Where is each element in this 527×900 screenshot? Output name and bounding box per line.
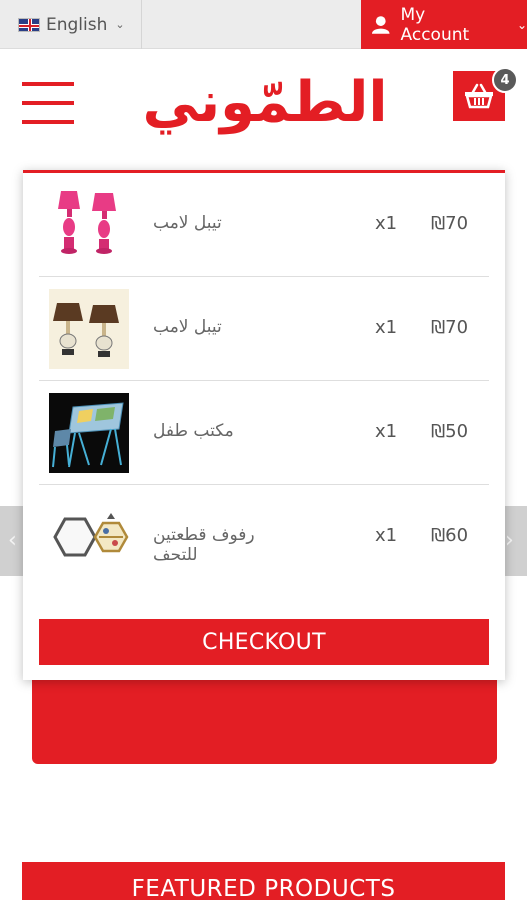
my-account-label: My Account bbox=[400, 4, 470, 45]
slider-next-icon[interactable]: › bbox=[505, 528, 514, 553]
cart-item[interactable]: رفوف قطعتين للتحف x1 ₪60 bbox=[39, 485, 489, 589]
item-price: ₪60 bbox=[431, 525, 469, 546]
chevron-down-icon: ⌄ bbox=[115, 18, 125, 31]
item-name[interactable]: تيبل لامب bbox=[153, 317, 303, 337]
cart-item[interactable]: تيبل لامب x1 ₪70 bbox=[39, 173, 489, 277]
language-label: English bbox=[46, 14, 108, 35]
cart-item[interactable]: تيبل لامب x1 ₪70 bbox=[39, 277, 489, 381]
item-quantity: x1 bbox=[375, 421, 398, 442]
slider-prev-icon[interactable]: ‹ bbox=[8, 528, 17, 553]
checkout-button[interactable]: CHECKOUT bbox=[39, 619, 489, 665]
item-name[interactable]: تيبل لامب bbox=[153, 213, 303, 233]
cart-item[interactable]: مكتب طفل x1 ₪50 bbox=[39, 381, 489, 485]
item-price: ₪70 bbox=[431, 213, 469, 234]
pink-lamps-image bbox=[49, 185, 129, 265]
chevron-down-icon: ⌄ bbox=[516, 17, 527, 32]
header: الطمّوني 4 bbox=[0, 49, 527, 171]
user-icon bbox=[371, 15, 390, 34]
store-logo[interactable]: الطمّوني bbox=[130, 61, 400, 151]
my-account-button[interactable]: My Account ⌄ bbox=[361, 0, 527, 49]
logo-text: الطمّوني bbox=[142, 70, 387, 135]
item-quantity: x1 bbox=[375, 213, 398, 234]
item-price: ₪50 bbox=[431, 421, 469, 442]
item-quantity: x1 bbox=[375, 525, 398, 546]
hexagon-shelves-image bbox=[49, 497, 129, 577]
brown-lamps-image bbox=[49, 289, 129, 369]
kids-desk-image bbox=[49, 393, 129, 473]
uk-flag-icon bbox=[18, 17, 40, 32]
top-bar: English ⌄ My Account ⌄ bbox=[0, 0, 527, 49]
menu-icon[interactable] bbox=[22, 82, 74, 124]
item-name[interactable]: مكتب طفل bbox=[153, 421, 303, 441]
item-name[interactable]: رفوف قطعتين للتحف bbox=[153, 525, 303, 565]
featured-products-heading: FEATURED PRODUCTS bbox=[22, 862, 505, 900]
cart-count-badge: 4 bbox=[492, 67, 518, 93]
item-price: ₪70 bbox=[431, 317, 469, 338]
language-selector[interactable]: English ⌄ bbox=[0, 0, 142, 49]
shopping-basket-icon bbox=[465, 83, 493, 109]
cart-dropdown: تيبل لامب x1 ₪70 تيبل لامب x1 ₪70 مكتب ط… bbox=[23, 170, 505, 680]
item-quantity: x1 bbox=[375, 317, 398, 338]
